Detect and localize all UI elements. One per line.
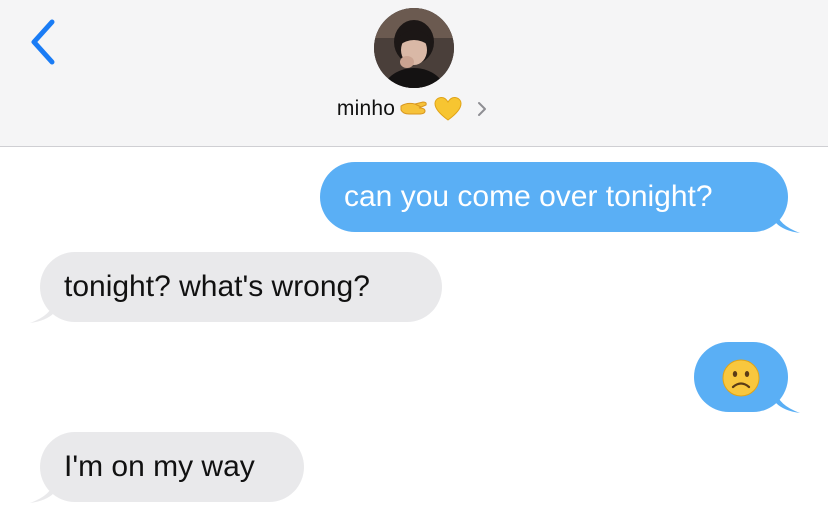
sent-bubble-tail: [776, 211, 800, 233]
frowning-face-emoji-icon: [721, 358, 761, 398]
received-bubble-tail: [30, 301, 54, 323]
sent-emoji-bubble[interactable]: ☹️: [694, 342, 788, 412]
received-bubble-tail: [30, 481, 54, 503]
message-text: can you come over tonight?: [344, 180, 713, 213]
received-message-bubble[interactable]: tonight? what's wrong?: [40, 252, 442, 322]
contact-name-row[interactable]: minho: [0, 96, 828, 126]
sent-message-bubble[interactable]: can you come over tonight?: [320, 162, 788, 232]
yellow-heart-emoji-icon: [433, 96, 463, 122]
back-button[interactable]: [22, 14, 72, 70]
chevron-right-icon: [473, 98, 491, 120]
pinching-hand-emoji-icon: [399, 96, 429, 122]
avatar-photo: [374, 8, 454, 88]
conversation-header: minho: [0, 0, 828, 147]
received-message-bubble[interactable]: I'm on my way: [40, 432, 304, 502]
message-text: tonight? what's wrong?: [64, 270, 370, 303]
contact-avatar[interactable]: [374, 8, 454, 88]
sent-bubble-tail: [776, 391, 800, 413]
chevron-left-icon: [31, 19, 55, 65]
message-text: I'm on my way: [64, 450, 255, 483]
message-list[interactable]: can you come over tonight? tonight? what…: [0, 147, 828, 516]
contact-name: minho: [336, 97, 396, 120]
